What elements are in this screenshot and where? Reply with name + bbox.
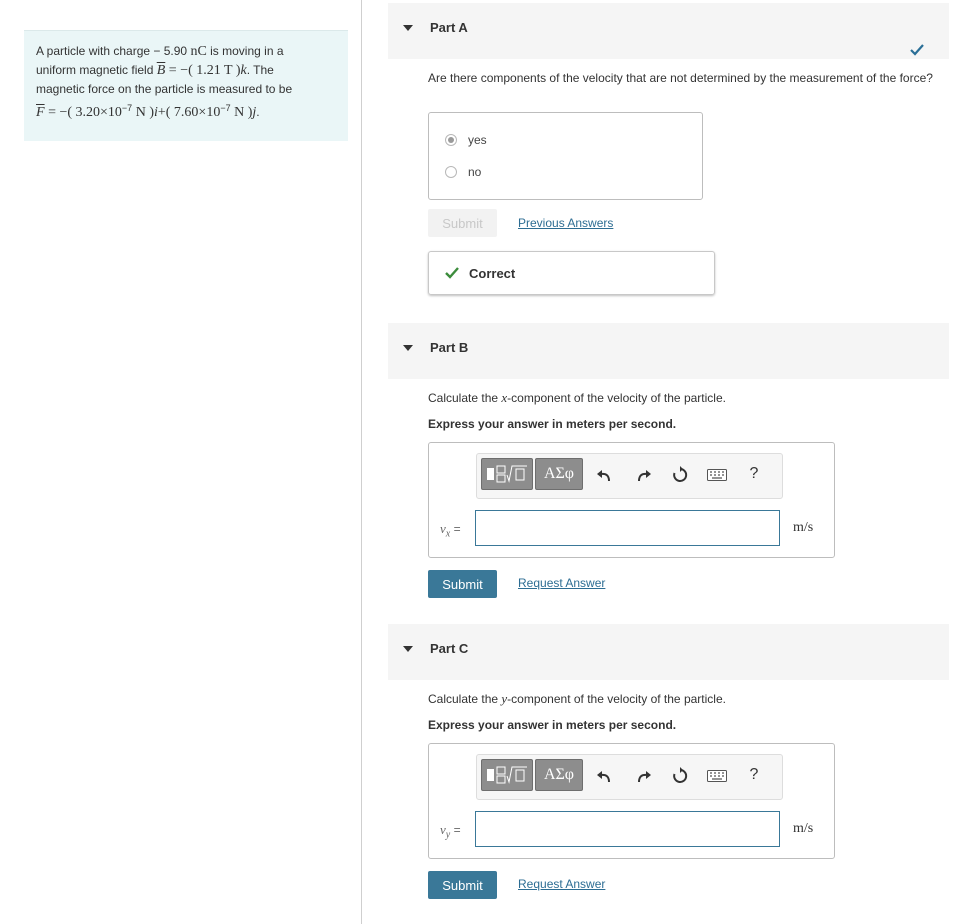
part-b-request-answer-link[interactable]: Request Answer <box>518 576 605 590</box>
option-no-label: no <box>468 165 482 179</box>
redo-icon[interactable] <box>635 466 653 484</box>
part-b-question: Calculate the x-component of the velocit… <box>428 390 726 405</box>
math-toolbar: ΑΣφ ? <box>476 754 783 800</box>
part-c-title: Part C <box>430 641 469 656</box>
templates-button[interactable] <box>481 458 533 490</box>
option-yes[interactable]: yes <box>445 133 487 147</box>
option-no[interactable]: no <box>445 165 481 179</box>
part-a-question: Are there components of the velocity tha… <box>428 71 933 85</box>
previous-answers-link[interactable]: Previous Answers <box>518 216 613 230</box>
feedback-correct: Correct <box>428 251 715 295</box>
option-yes-label: yes <box>468 133 487 147</box>
undo-icon[interactable] <box>595 767 613 785</box>
template-icon <box>487 465 527 483</box>
feedback-label: Correct <box>469 265 516 281</box>
keyboard-icon[interactable] <box>707 466 727 484</box>
part-a-header[interactable]: Part A <box>388 3 949 59</box>
reset-icon[interactable] <box>671 767 689 785</box>
help-icon[interactable]: ? <box>745 766 763 784</box>
collapse-triangle-icon[interactable] <box>403 25 413 31</box>
part-b-title: Part B <box>430 340 469 355</box>
part-a-submit-button[interactable]: Submit <box>428 209 497 237</box>
keyboard-icon[interactable] <box>707 767 727 785</box>
vx-answer-input[interactable] <box>475 510 780 546</box>
part-b-answer-box: ΑΣφ ? vx = m/s <box>428 442 835 558</box>
vy-answer-input[interactable] <box>475 811 780 847</box>
unit-label: m/s <box>793 520 814 535</box>
part-b-submit-button[interactable]: Submit <box>428 570 497 598</box>
redo-icon[interactable] <box>635 767 653 785</box>
help-icon[interactable]: ? <box>745 465 763 483</box>
part-c-request-answer-link[interactable]: Request Answer <box>518 877 605 891</box>
correct-check-icon <box>445 267 459 279</box>
reset-icon[interactable] <box>671 466 689 484</box>
templates-button[interactable] <box>481 759 533 791</box>
part-c-header[interactable]: Part C <box>388 624 949 680</box>
collapse-triangle-icon[interactable] <box>403 646 413 652</box>
template-icon <box>487 766 527 784</box>
unit-label: m/s <box>793 821 814 836</box>
math-toolbar: ΑΣφ ? <box>476 453 783 499</box>
part-c-instruction: Express your answer in meters per second… <box>428 718 677 732</box>
check-icon <box>910 44 924 56</box>
part-b-header[interactable]: Part B <box>388 323 949 379</box>
part-c-submit-button[interactable]: Submit <box>428 871 497 899</box>
problem-statement: A particle with charge − 5.90 nC is movi… <box>24 30 348 141</box>
undo-icon[interactable] <box>595 466 613 484</box>
problem-line-1: A particle with charge − 5.90 nC is movi… <box>36 44 284 59</box>
greek-symbols-button[interactable]: ΑΣφ <box>535 458 583 490</box>
problem-line-3: magnetic force on the particle is measur… <box>36 82 293 96</box>
part-b-instruction: Express your answer in meters per second… <box>428 417 677 431</box>
variable-label-vy: vy = <box>440 822 461 841</box>
problem-line-2: uniform magnetic field B = −( 1.21 T )k.… <box>36 63 274 78</box>
radio-yes[interactable] <box>445 134 457 146</box>
part-a-title: Part A <box>430 20 468 35</box>
variable-label-vx: vx = <box>440 521 461 540</box>
part-c-answer-box: ΑΣφ ? vy = m/s <box>428 743 835 859</box>
part-c-question: Calculate the y-component of the velocit… <box>428 691 726 706</box>
greek-symbols-button[interactable]: ΑΣφ <box>535 759 583 791</box>
part-a-choices: yes no <box>428 112 703 200</box>
column-divider <box>361 0 362 924</box>
problem-line-4: F = −( 3.20×10−7 N )i+( 7.60×10−7 N )j. <box>36 103 260 120</box>
radio-no[interactable] <box>445 166 457 178</box>
collapse-triangle-icon[interactable] <box>403 345 413 351</box>
